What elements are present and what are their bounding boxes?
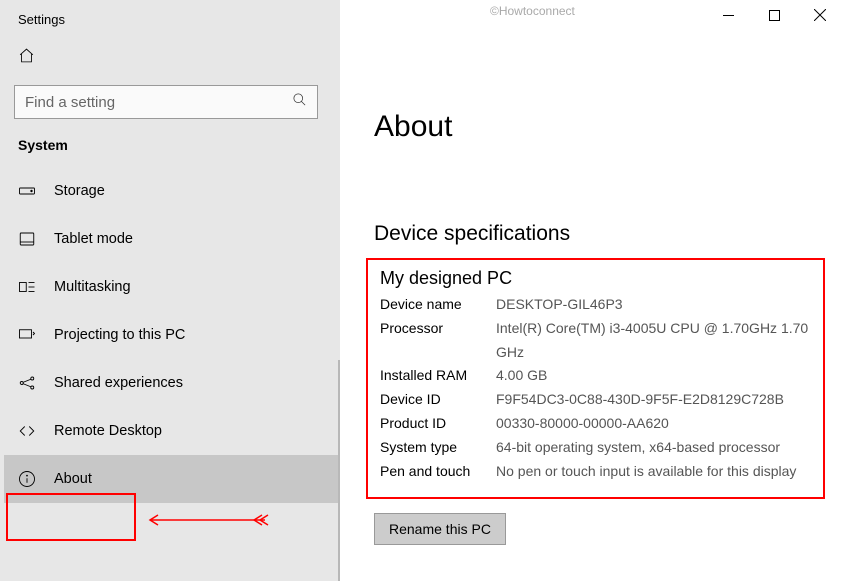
home-button[interactable] bbox=[0, 37, 340, 85]
sidebar-item-about[interactable]: About bbox=[0, 455, 340, 503]
spec-value: F9F54DC3-0C88-430D-9F5F-E2D8129C728B bbox=[496, 388, 811, 412]
spec-value: 64-bit operating system, x64-based proce… bbox=[496, 436, 811, 460]
sidebar-item-multitasking[interactable]: Multitasking bbox=[0, 263, 340, 311]
spec-value: DESKTOP-GIL46P3 bbox=[496, 293, 811, 317]
sidebar-item-remote-desktop[interactable]: Remote Desktop bbox=[0, 407, 340, 455]
shared-icon bbox=[18, 374, 36, 392]
sidebar-item-label: Multitasking bbox=[54, 279, 131, 295]
tablet-icon bbox=[18, 230, 36, 248]
sidebar-item-label: Remote Desktop bbox=[54, 423, 162, 439]
search-field[interactable] bbox=[25, 94, 292, 111]
remote-desktop-icon bbox=[18, 422, 36, 440]
storage-icon bbox=[18, 182, 36, 200]
main-content: ©Howtoconnect About Device specification… bbox=[340, 0, 843, 581]
nav-list: Storage Tablet mode Multitasking Project… bbox=[0, 167, 340, 503]
titlebar bbox=[340, 0, 843, 32]
section-heading: Device specifications bbox=[340, 144, 843, 246]
sidebar-item-storage[interactable]: Storage bbox=[0, 167, 340, 215]
sidebar-item-label: Storage bbox=[54, 183, 105, 199]
search-icon bbox=[292, 92, 307, 112]
spec-row-pen-touch: Pen and touch No pen or touch input is a… bbox=[380, 460, 811, 484]
spec-label: Product ID bbox=[380, 412, 496, 436]
spec-value: 00330-80000-00000-AA620 bbox=[496, 412, 811, 436]
close-button[interactable] bbox=[797, 0, 843, 30]
spec-value: 4.00 GB bbox=[496, 364, 811, 388]
annotation-arrow bbox=[140, 513, 270, 527]
spec-label: Installed RAM bbox=[380, 364, 496, 388]
spec-row-ram: Installed RAM 4.00 GB bbox=[380, 364, 811, 388]
spec-row-processor: Processor Intel(R) Core(TM) i3-4005U CPU… bbox=[380, 317, 811, 365]
rename-pc-button[interactable]: Rename this PC bbox=[374, 513, 506, 545]
spec-row-system-type: System type 64-bit operating system, x64… bbox=[380, 436, 811, 460]
sidebar-item-label: About bbox=[54, 471, 92, 487]
window-title: Settings bbox=[0, 0, 340, 37]
spec-label: Pen and touch bbox=[380, 460, 496, 484]
spec-label: System type bbox=[380, 436, 496, 460]
spec-row-device-id: Device ID F9F54DC3-0C88-430D-9F5F-E2D812… bbox=[380, 388, 811, 412]
pc-display-name: My designed PC bbox=[380, 268, 811, 289]
search-input[interactable] bbox=[14, 85, 318, 119]
spec-value: No pen or touch input is available for t… bbox=[496, 460, 811, 484]
minimize-button[interactable] bbox=[705, 0, 751, 30]
sidebar-item-label: Shared experiences bbox=[54, 375, 183, 391]
spec-row-product-id: Product ID 00330-80000-00000-AA620 bbox=[380, 412, 811, 436]
multitasking-icon bbox=[18, 278, 36, 296]
sidebar-item-tablet-mode[interactable]: Tablet mode bbox=[0, 215, 340, 263]
maximize-button[interactable] bbox=[751, 0, 797, 30]
page-title: About bbox=[340, 32, 843, 144]
watermark: ©Howtoconnect bbox=[490, 4, 575, 18]
sidebar-item-label: Tablet mode bbox=[54, 231, 133, 247]
info-icon bbox=[18, 470, 36, 488]
sidebar: Settings System Storage Tablet mode bbox=[0, 0, 340, 581]
sidebar-item-projecting[interactable]: Projecting to this PC bbox=[0, 311, 340, 359]
spec-label: Device name bbox=[380, 293, 496, 317]
device-specs-box: My designed PC Device name DESKTOP-GIL46… bbox=[366, 258, 825, 499]
category-label: System bbox=[0, 137, 340, 167]
spec-row-device-name: Device name DESKTOP-GIL46P3 bbox=[380, 293, 811, 317]
sidebar-item-label: Projecting to this PC bbox=[54, 327, 185, 343]
home-icon bbox=[18, 51, 35, 68]
spec-label: Processor bbox=[380, 317, 496, 341]
sidebar-item-shared-experiences[interactable]: Shared experiences bbox=[0, 359, 340, 407]
projecting-icon bbox=[18, 326, 36, 344]
spec-label: Device ID bbox=[380, 388, 496, 412]
spec-value: Intel(R) Core(TM) i3-4005U CPU @ 1.70GHz… bbox=[496, 317, 811, 365]
